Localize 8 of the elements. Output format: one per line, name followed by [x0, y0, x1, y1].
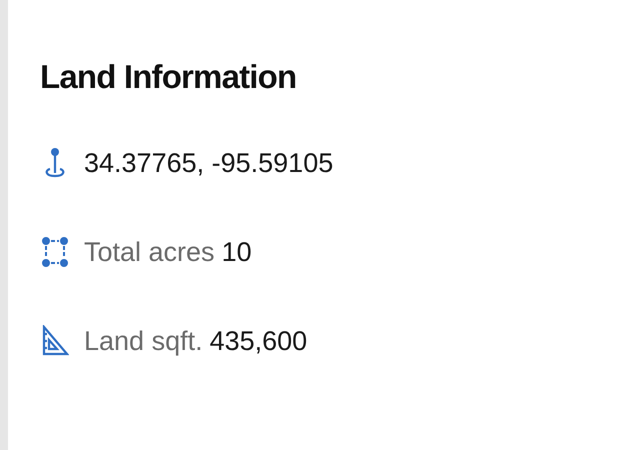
field-label: Total acres: [84, 238, 215, 266]
field-label: Land sqft.: [84, 328, 203, 354]
field-value: 10: [222, 238, 252, 266]
area-selection-icon: [42, 237, 68, 267]
field-value: 435,600: [210, 328, 308, 354]
section-title: Land Information: [40, 60, 298, 93]
field-value: 34.37765, -95.59105: [84, 150, 334, 176]
pin-icon: [44, 147, 66, 179]
